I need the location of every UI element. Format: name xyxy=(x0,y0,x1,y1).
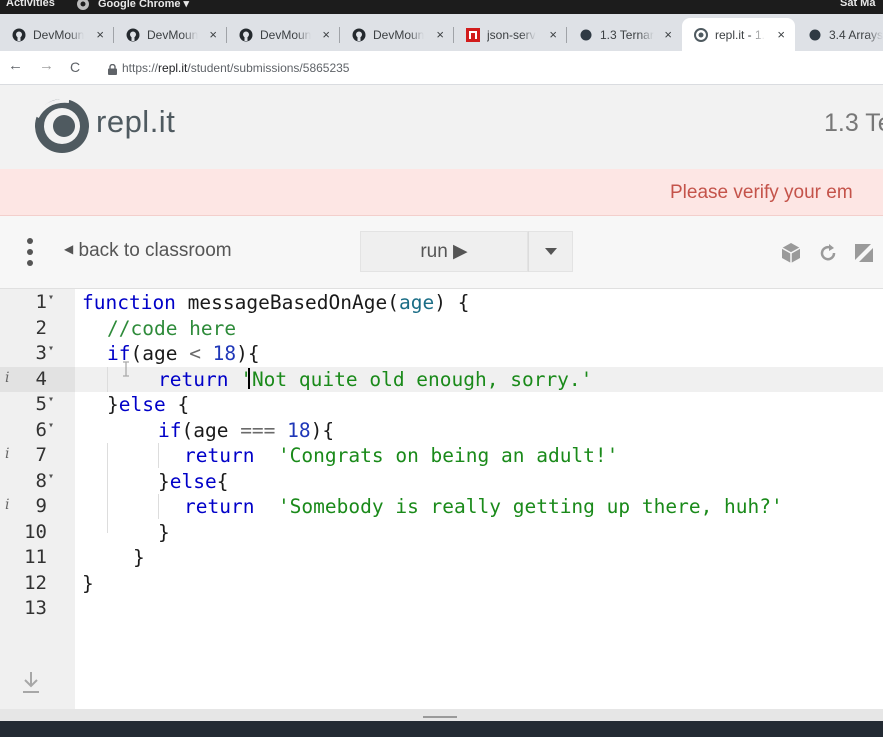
indent-guide xyxy=(107,367,108,392)
dot-icon xyxy=(808,28,822,42)
tab-devmountain-1[interactable]: DevMoun × xyxy=(0,18,114,51)
fold-arrow-icon[interactable]: ▾ xyxy=(48,343,54,354)
tab-json-server[interactable]: json-serv × xyxy=(454,18,567,51)
line-number: 5 xyxy=(35,393,47,415)
code-line[interactable]: 12 } xyxy=(0,571,883,597)
fold-arrow-icon[interactable]: ▾ xyxy=(48,292,54,303)
forward-nav-button[interactable]: → xyxy=(39,57,54,74)
refresh-icon[interactable] xyxy=(817,242,839,269)
code-line[interactable]: 1 ▾ function messageBasedOnAge(age) { xyxy=(0,290,883,316)
tab-close-button[interactable]: × xyxy=(664,27,672,42)
tab-devmountain-4[interactable]: DevMoun × xyxy=(340,18,454,51)
line-number: 1 xyxy=(35,291,47,313)
code-editor[interactable]: 1 ▾ function messageBasedOnAge(age) { 2 /… xyxy=(0,289,883,709)
clock[interactable]: Sat Ma xyxy=(840,0,875,9)
code-line[interactable]: 5 ▾ }else { xyxy=(0,392,883,418)
fold-arrow-icon[interactable]: ▾ xyxy=(48,471,54,482)
replit-icon xyxy=(694,27,708,42)
verify-email-text[interactable]: Please verify your em xyxy=(670,182,853,204)
code-line[interactable]: 11 } xyxy=(0,545,883,571)
mouse-ibeam-icon xyxy=(122,361,130,382)
code-line[interactable]: 2 //code here xyxy=(0,316,883,342)
code-line[interactable]: 6 ▾ if(age === 18){ xyxy=(0,418,883,444)
tab-close-button[interactable]: × xyxy=(209,27,217,42)
resize-handle[interactable] xyxy=(423,716,457,718)
line-number: 9 xyxy=(35,495,47,517)
logo-text[interactable]: repl.it xyxy=(96,104,175,140)
line-number: 10 xyxy=(24,520,47,543)
tab-close-button[interactable]: × xyxy=(777,27,785,42)
chrome-icon xyxy=(76,0,90,12)
lock-icon[interactable] xyxy=(108,62,117,80)
tab-ternary[interactable]: 1.3 Ternar × xyxy=(567,18,682,51)
indent-guide xyxy=(107,443,108,533)
line-number: 7 xyxy=(35,444,47,466)
tab-close-button[interactable]: × xyxy=(436,27,444,42)
line-number: 8 xyxy=(35,469,47,492)
info-icon[interactable]: i xyxy=(5,446,9,462)
github-icon xyxy=(239,28,253,42)
tab-close-button[interactable]: × xyxy=(322,27,330,42)
code-line[interactable]: i9 return 'Somebody is really getting up… xyxy=(0,494,883,520)
code-line[interactable]: i7 return 'Congrats on being an adult!' xyxy=(0,443,883,469)
activities-button[interactable]: Activities xyxy=(6,0,55,9)
app-menu[interactable]: Google Chrome ▾ xyxy=(98,0,189,10)
fold-arrow-icon[interactable]: ▾ xyxy=(48,394,54,405)
tab-close-button[interactable]: × xyxy=(549,27,557,42)
info-icon[interactable]: i xyxy=(5,370,9,386)
console-panel xyxy=(0,721,883,737)
fold-arrow-icon[interactable]: ▾ xyxy=(48,420,54,431)
tab-arrays[interactable]: 3.4 Arrays xyxy=(796,18,883,51)
dot-icon xyxy=(579,28,593,42)
github-icon xyxy=(12,28,26,42)
run-dropdown-button[interactable] xyxy=(528,231,573,272)
indent-guide xyxy=(158,443,159,468)
text-cursor xyxy=(248,368,250,389)
line-number: 12 xyxy=(24,571,47,594)
code-line[interactable]: 8 ▾ }else{ xyxy=(0,469,883,495)
caret-left-icon: ◀ xyxy=(64,242,74,256)
menu-icon[interactable] xyxy=(26,237,34,272)
tab-strip: DevMoun × DevMoun × DevMoun × DevMoun × … xyxy=(0,14,883,51)
address-bar: ← → C https://repl.it/student/submission… xyxy=(0,51,883,85)
download-icon[interactable] xyxy=(18,668,44,698)
line-number: 6 xyxy=(35,418,47,441)
assignment-title: 1.3 Te xyxy=(824,109,883,137)
json-server-icon xyxy=(466,27,480,42)
console-splitter[interactable] xyxy=(0,709,883,737)
back-to-classroom-link[interactable]: ◀ back to classroom xyxy=(64,240,232,262)
tab-devmountain-2[interactable]: DevMoun × xyxy=(114,18,227,51)
back-nav-button[interactable]: ← xyxy=(8,57,23,74)
line-number: 4 xyxy=(35,367,47,390)
line-number: 3 xyxy=(35,342,47,364)
url-field[interactable]: https://repl.it/student/submissions/5865… xyxy=(122,61,349,75)
github-icon xyxy=(126,28,140,42)
package-icon[interactable] xyxy=(780,242,802,269)
code-line[interactable]: 13 xyxy=(0,596,883,622)
tab-replit-active[interactable]: repl.it - 1. × xyxy=(682,18,795,51)
line-number: 11 xyxy=(24,546,47,568)
run-button[interactable]: run ▶ xyxy=(360,231,528,272)
info-icon[interactable]: i xyxy=(5,497,9,513)
expand-icon[interactable] xyxy=(853,242,875,269)
os-top-bar: Activities Google Chrome ▾ Sat Ma xyxy=(0,0,883,14)
replit-logo-icon[interactable] xyxy=(33,97,91,160)
reload-button[interactable]: C xyxy=(70,59,80,75)
code-line-active[interactable]: i4 return 'Not quite old enough, sorry.' xyxy=(0,366,883,392)
tab-close-button[interactable]: × xyxy=(96,27,104,42)
indent-guide xyxy=(158,494,159,519)
github-icon xyxy=(352,28,366,42)
chevron-down-icon xyxy=(544,248,557,255)
code-line[interactable]: 3 ▾ if(age < 18){ xyxy=(0,341,883,367)
code-line[interactable]: 10 } xyxy=(0,520,883,546)
line-number: 13 xyxy=(24,597,47,619)
tab-devmountain-3[interactable]: DevMoun × xyxy=(227,18,340,51)
line-number: 2 xyxy=(35,316,47,339)
